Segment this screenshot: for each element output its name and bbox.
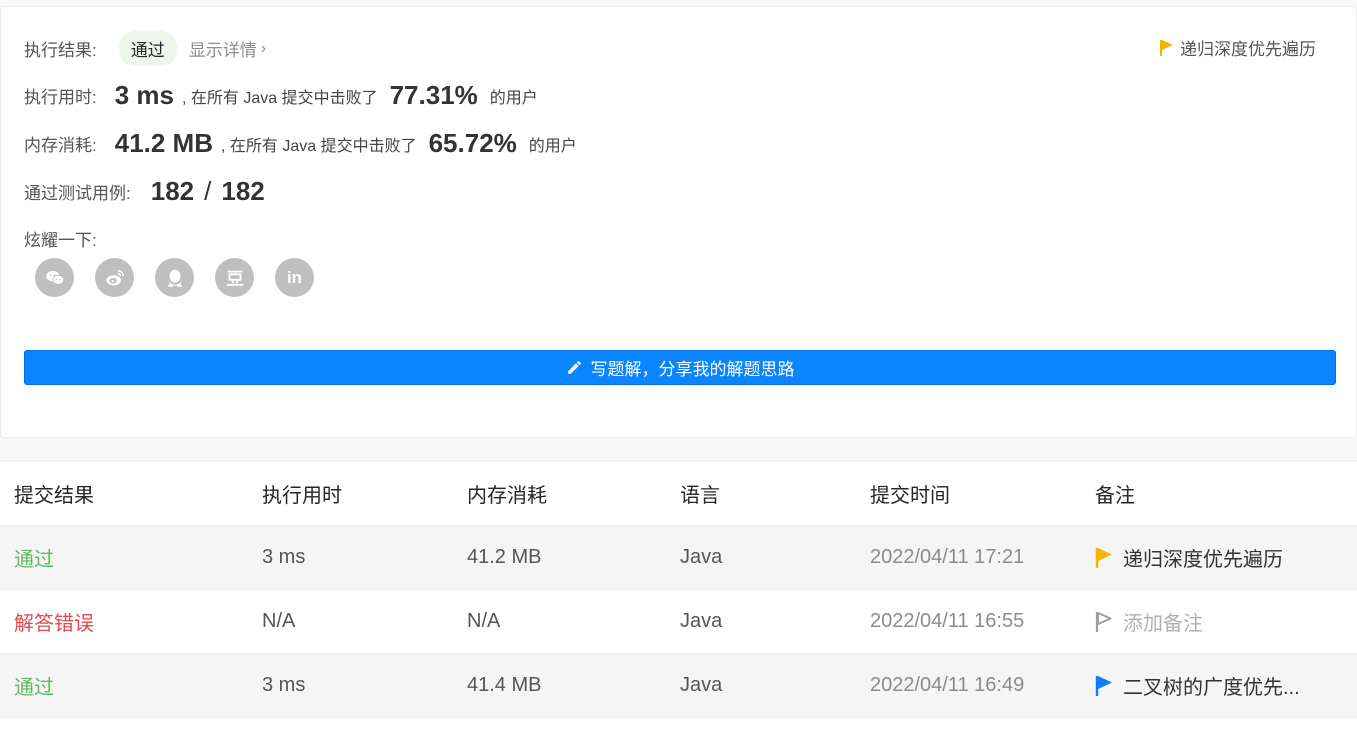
row-runtime: 3 ms: [262, 674, 306, 696]
table-row: 通过 3 ms 41.4 MB Java 2022/04/11 16:49 二叉…: [0, 654, 1357, 718]
result-status-badge: 通过: [118, 31, 177, 66]
memory-value: 41.2 MB: [114, 128, 213, 158]
result-summary-card: 执行结果: 通过 显示详情 › 递归深度优先遍历 执行用时: 3 ms , 在所…: [0, 6, 1357, 438]
share-row: 炫耀一下:: [24, 226, 97, 251]
pencil-icon: [567, 361, 581, 374]
row-note[interactable]: 递归深度优先遍历: [1095, 543, 1283, 572]
flag-icon: [1095, 675, 1112, 696]
row-note-label: 递归深度优先遍历: [1123, 549, 1283, 571]
row-runtime: 3 ms: [262, 546, 306, 568]
header-memory: 内存消耗: [467, 484, 547, 507]
result-label: 执行结果:: [24, 41, 97, 60]
runtime-suffix: 的用户: [489, 89, 538, 107]
tests-row: 通过测试用例: 182 / 182: [24, 176, 265, 207]
chevron-right-icon: ›: [260, 39, 267, 57]
wechat-icon[interactable]: [35, 258, 74, 297]
header-submit-time: 提交时间: [870, 484, 950, 507]
row-status[interactable]: 通过: [14, 671, 54, 700]
row-memory: N/A: [467, 610, 501, 632]
qq-icon[interactable]: [155, 258, 194, 297]
row-submit-time: 2022/04/11 16:55: [870, 610, 1025, 632]
tests-passed: 182: [150, 176, 195, 206]
header-status: 提交结果: [14, 484, 94, 507]
row-submit-time: 2022/04/11 17:21: [870, 546, 1025, 568]
runtime-percent: 77.31%: [389, 80, 478, 110]
row-memory: 41.2 MB: [467, 546, 542, 568]
runtime-value: 3 ms: [114, 80, 174, 110]
douban-icon[interactable]: [215, 258, 254, 297]
linkedin-icon[interactable]: in: [275, 258, 314, 297]
submissions-table: 提交结果 执行用时 内存消耗 语言 提交时间 备注 通过 3 ms 41.2 M…: [0, 460, 1357, 730]
flag-outline-icon: [1095, 611, 1112, 632]
runtime-label: 执行用时:: [24, 88, 97, 107]
share-label: 炫耀一下:: [24, 231, 97, 250]
row-note-label: 二叉树的广度优先...: [1123, 677, 1300, 699]
row-status[interactable]: 解答错误: [14, 607, 94, 636]
header-language: 语言: [680, 484, 720, 507]
result-row: 执行结果: 通过 显示详情 ›: [24, 31, 266, 66]
memory-label: 内存消耗:: [24, 136, 97, 155]
runtime-row: 执行用时: 3 ms , 在所有 Java 提交中击败了 77.31% 的用户: [24, 80, 538, 111]
row-runtime: N/A: [262, 610, 296, 632]
header-note: 备注: [1095, 484, 1135, 507]
memory-text: , 在所有 Java 提交中击败了: [221, 137, 417, 155]
tests-label: 通过测试用例:: [24, 184, 131, 203]
header-runtime: 执行用时: [262, 484, 342, 507]
show-details-link[interactable]: 显示详情 ›: [189, 36, 266, 61]
table-header: 提交结果 执行用时 内存消耗 语言 提交时间 备注: [0, 461, 1357, 526]
submission-note-label: 递归深度优先遍历: [1180, 40, 1316, 59]
row-status[interactable]: 通过: [14, 543, 54, 572]
flag-icon: [1095, 547, 1112, 568]
table-row: 通过 3 ms 41.2 MB Java 2022/04/11 17:21 递归…: [0, 526, 1357, 590]
weibo-icon[interactable]: [95, 258, 134, 297]
row-language: Java: [680, 610, 723, 632]
write-solution-button[interactable]: 写题解，分享我的解题思路: [24, 350, 1336, 385]
write-solution-label: 写题解，分享我的解题思路: [590, 360, 795, 379]
submission-note[interactable]: 递归深度优先遍历: [1160, 35, 1316, 60]
memory-percent: 65.72%: [428, 128, 517, 158]
share-icons: in: [35, 258, 314, 297]
row-memory: 41.4 MB: [467, 674, 542, 696]
flag-icon: [1160, 39, 1173, 56]
add-note-label: 添加备注: [1123, 613, 1203, 635]
row-language: Java: [680, 546, 723, 568]
row-note[interactable]: 添加备注: [1095, 607, 1203, 636]
row-language: Java: [680, 674, 723, 696]
memory-suffix: 的用户: [528, 137, 577, 155]
tests-separator: /: [204, 176, 212, 206]
row-note[interactable]: 二叉树的广度优先...: [1095, 671, 1300, 700]
tests-total: 182: [221, 176, 265, 206]
row-submit-time: 2022/04/11 16:49: [870, 674, 1025, 696]
memory-row: 内存消耗: 41.2 MB , 在所有 Java 提交中击败了 65.72% 的…: [24, 128, 577, 159]
runtime-text: , 在所有 Java 提交中击败了: [182, 89, 378, 107]
show-details-label: 显示详情: [188, 41, 257, 60]
table-row: 解答错误 N/A N/A Java 2022/04/11 16:55 添加备注: [0, 590, 1357, 654]
